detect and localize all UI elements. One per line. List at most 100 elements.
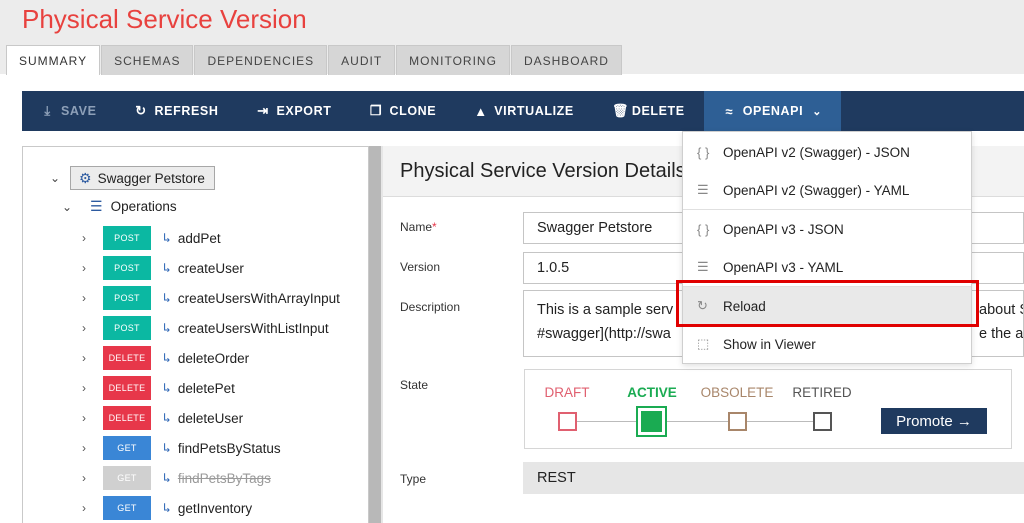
braces-icon: { }	[697, 221, 710, 237]
state-retired-marker[interactable]	[813, 412, 832, 431]
virtualize-icon: ▲	[474, 103, 488, 119]
lines-icon: ☰	[697, 259, 709, 274]
state-obsolete-label: OBSOLETE	[700, 385, 774, 400]
operation-icon: ↳	[163, 320, 171, 336]
operation-row[interactable]: › GET ↳ getInventory	[78, 495, 252, 521]
tab-summary[interactable]: SUMMARY	[6, 45, 101, 75]
method-badge: GET	[103, 436, 151, 460]
tree-root-label-box[interactable]: ⚙ Swagger Petstore	[70, 166, 215, 190]
tree-scrollbar[interactable]	[369, 146, 381, 523]
virtualize-button[interactable]: ▲ VIRTUALIZE	[455, 91, 593, 131]
menu-item-v3-json[interactable]: { } OpenAPI v3 - JSON	[683, 210, 971, 248]
chevron-right-icon[interactable]: ›	[78, 351, 90, 365]
state-active-marker[interactable]	[641, 411, 662, 432]
operation-row[interactable]: › POST ↳ createUsersWithListInput	[78, 315, 329, 341]
method-badge: GET	[103, 496, 151, 520]
promote-button[interactable]: Promote →	[881, 408, 987, 434]
tree-operations[interactable]: ⌄ ☰ Operations	[60, 198, 177, 215]
operation-label-deprecated: findPetsByTags	[177, 470, 271, 486]
tab-bar: SUMMARY SCHEMAS DEPENDENCIES AUDIT MONIT…	[6, 45, 623, 75]
tab-monitoring[interactable]: MONITORING	[396, 45, 510, 75]
tab-dependencies[interactable]: DEPENDENCIES	[194, 45, 328, 75]
state-draft-marker[interactable]	[558, 412, 577, 431]
operation-icon: ↳	[163, 380, 171, 396]
type-value: REST	[523, 462, 1024, 494]
tab-audit[interactable]: AUDIT	[328, 45, 396, 75]
operation-icon: ↳	[163, 350, 171, 366]
tab-dashboard[interactable]: DASHBOARD	[510, 45, 622, 75]
tree-root[interactable]: ⌄ ⚙ Swagger Petstore	[48, 166, 215, 190]
lines-icon: ☰	[697, 182, 709, 197]
state-connector	[567, 421, 823, 422]
state-label: State	[400, 378, 429, 392]
toolbar: ⤓ SAVE ↻ REFRESH ⇥ EXPORT ❐ CLONE ▲ VIRT…	[22, 91, 1024, 131]
braces-icon: { }	[697, 144, 710, 160]
chevron-right-icon[interactable]: ›	[78, 441, 90, 455]
tab-schemas[interactable]: SCHEMAS	[101, 45, 194, 75]
trash-icon: 🗑	[611, 103, 629, 118]
highlight-box	[676, 280, 979, 327]
tree-root-label: Swagger Petstore	[97, 170, 205, 186]
method-badge: POST	[103, 286, 151, 310]
chevron-right-icon[interactable]: ›	[78, 471, 90, 485]
operation-label: createUsersWithArrayInput	[177, 290, 340, 306]
operation-icon: ↳	[163, 440, 171, 456]
method-badge: DELETE	[103, 376, 151, 400]
operation-icon: ↳	[163, 260, 171, 276]
operation-label: getInventory	[177, 500, 253, 516]
chevron-down-icon[interactable]: ⌄	[60, 200, 74, 214]
menu-item-show-in-viewer[interactable]: ⬚ Show in Viewer	[683, 325, 971, 363]
menu-item-v2-json[interactable]: { } OpenAPI v2 (Swagger) - JSON	[683, 133, 971, 171]
openapi-icon: ≈	[725, 103, 734, 119]
openapi-label: OPENAPI	[742, 104, 804, 118]
chevron-right-icon[interactable]: ›	[78, 291, 90, 305]
details-title: Physical Service Version Details	[400, 160, 686, 182]
menu-item-label: OpenAPI v2 (Swagger) - JSON	[723, 144, 910, 160]
operation-icon: ↳	[163, 500, 171, 516]
chevron-down-icon: ⌄	[812, 105, 823, 118]
openapi-dropdown: { } OpenAPI v2 (Swagger) - JSON ☰ OpenAP…	[682, 131, 972, 364]
chevron-right-icon[interactable]: ›	[78, 411, 90, 425]
menu-item-label: OpenAPI v3 - JSON	[723, 221, 844, 237]
operation-row[interactable]: › GET ↳ findPetsByTags	[78, 465, 271, 491]
chevron-right-icon[interactable]: ›	[78, 381, 90, 395]
operation-icon: ↳	[163, 410, 171, 426]
export-button[interactable]: ⇥ EXPORT	[237, 91, 350, 131]
operation-icon: ↳	[163, 290, 171, 306]
chevron-right-icon[interactable]: ›	[78, 501, 90, 515]
chevron-right-icon[interactable]: ›	[78, 321, 90, 335]
state-obsolete-marker[interactable]	[728, 412, 747, 431]
menu-item-v2-yaml[interactable]: ☰ OpenAPI v2 (Swagger) - YAML	[683, 171, 971, 209]
chevron-down-icon[interactable]: ⌄	[48, 171, 62, 185]
chevron-right-icon[interactable]: ›	[78, 231, 90, 245]
operation-row[interactable]: › POST ↳ createUsersWithArrayInput	[78, 285, 340, 311]
page-title: Physical Service Version	[22, 4, 307, 34]
menu-item-label: Show in Viewer	[723, 336, 816, 352]
chevron-right-icon[interactable]: ›	[78, 261, 90, 275]
operation-row[interactable]: › POST ↳ addPet	[78, 225, 221, 251]
operation-row[interactable]: › POST ↳ createUser	[78, 255, 244, 281]
operation-label: createUsersWithListInput	[177, 320, 329, 336]
method-badge: DELETE	[103, 406, 151, 430]
operation-row[interactable]: › DELETE ↳ deleteUser	[78, 405, 243, 431]
operation-label: deleteOrder	[177, 350, 250, 366]
clone-button[interactable]: ❐ CLONE	[350, 91, 455, 131]
operation-row[interactable]: › DELETE ↳ deleteOrder	[78, 345, 249, 371]
save-button[interactable]: ⤓ SAVE	[22, 91, 116, 131]
state-active-label: ACTIVE	[627, 385, 677, 400]
operations-icon: ☰	[90, 198, 103, 214]
openapi-button[interactable]: ≈ OPENAPI ⌄	[703, 91, 842, 131]
description-line2: #swagger](http://swa	[537, 326, 671, 342]
refresh-button[interactable]: ↻ REFRESH	[116, 91, 238, 131]
operation-label: findPetsByStatus	[177, 440, 281, 456]
delete-button[interactable]: 🗑 DELETE	[593, 91, 704, 131]
virtualize-label: VIRTUALIZE	[494, 104, 574, 118]
operation-row[interactable]: › DELETE ↳ deletePet	[78, 375, 235, 401]
menu-item-label: OpenAPI v3 - YAML	[723, 259, 844, 275]
operation-label: deletePet	[177, 380, 235, 396]
description-line1-end: about S	[979, 302, 1024, 318]
description-line2-end: e the ap	[979, 326, 1024, 342]
operation-row[interactable]: › GET ↳ findPetsByStatus	[78, 435, 281, 461]
state-retired-label: RETIRED	[792, 385, 852, 400]
version-label: Version	[400, 260, 441, 274]
